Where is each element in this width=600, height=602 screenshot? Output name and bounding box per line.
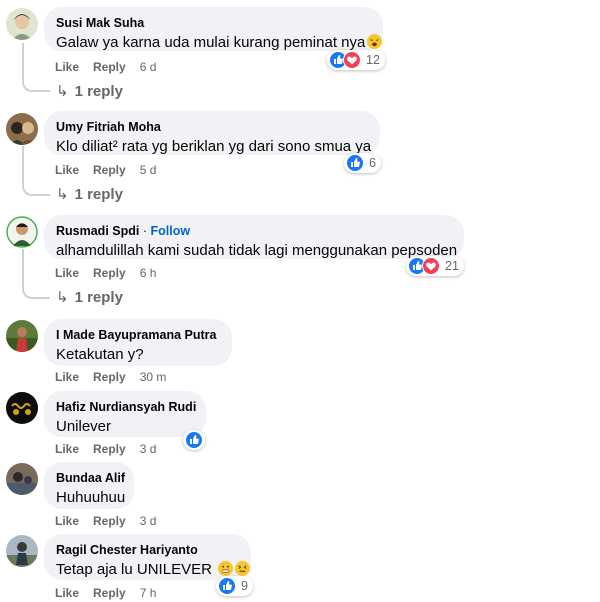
comment-bubble: I Made Bayupramana Putra Ketakutan y? — [44, 319, 232, 366]
follow-button[interactable]: Follow — [150, 224, 190, 238]
reaction-summary[interactable]: 9 — [216, 576, 253, 596]
reply-button[interactable]: Reply — [93, 266, 126, 280]
comment-actions: Like Reply 6 h — [55, 266, 170, 280]
reply-arrow-icon: ↳ — [56, 289, 69, 306]
view-replies-link[interactable]: ↳ 1 reply — [56, 288, 123, 306]
comment-author[interactable]: Rusmadi Spdi · Follow — [56, 223, 452, 239]
comment-timestamp[interactable]: 6 d — [140, 60, 157, 74]
reaction-summary[interactable]: 21 — [406, 256, 464, 276]
reply-button[interactable]: Reply — [93, 442, 126, 456]
reaction-count: 21 — [445, 259, 459, 273]
like-icon — [218, 577, 236, 595]
like-button[interactable]: Like — [55, 514, 79, 528]
reply-button[interactable]: Reply — [93, 586, 126, 600]
comment-text: Klo diliat² rata yg beriklan yg dari son… — [56, 138, 372, 155]
like-button[interactable]: Like — [55, 442, 79, 456]
comment-actions: Like Reply 30 m — [55, 370, 180, 384]
comment-author[interactable]: Hafiz Nurdiansyah Rudi — [56, 399, 196, 415]
reply-button[interactable]: Reply — [93, 60, 126, 74]
comment-bubble: Umy Fitriah Moha Klo diliat² rata yg ber… — [44, 111, 380, 155]
like-button[interactable]: Like — [55, 163, 79, 177]
avatar[interactable] — [6, 535, 38, 567]
comment-author[interactable]: Susi Mak Suha — [56, 15, 371, 31]
thread-connector — [22, 76, 50, 92]
like-button[interactable]: Like — [55, 60, 79, 74]
comment-actions: Like Reply 5 d — [55, 163, 170, 177]
thread-line — [22, 249, 24, 283]
comment-actions: Like Reply 6 d — [55, 60, 170, 74]
thread-connector — [22, 180, 50, 196]
comment-timestamp[interactable]: 3 d — [140, 442, 157, 456]
reaction-count: 6 — [369, 156, 376, 170]
love-icon — [422, 257, 440, 275]
avatar[interactable] — [6, 392, 38, 424]
comment-timestamp[interactable]: 30 m — [140, 370, 167, 384]
comment-author[interactable]: Bundaa Alif — [56, 470, 125, 486]
like-button[interactable]: Like — [55, 266, 79, 280]
avatar[interactable] — [6, 8, 38, 40]
reply-button[interactable]: Reply — [93, 163, 126, 177]
avatar[interactable] — [6, 216, 38, 248]
thread-line — [22, 146, 24, 180]
comment-author[interactable]: I Made Bayupramana Putra — [56, 327, 220, 343]
comment-text: alhamdulillah kami sudah tidak lagi meng… — [56, 242, 458, 259]
love-icon — [343, 51, 361, 69]
grimacing-face-emoji-icon — [218, 561, 234, 576]
reaction-summary[interactable] — [183, 430, 205, 450]
reply-button[interactable]: Reply — [93, 514, 126, 528]
like-icon — [346, 154, 364, 172]
comment-timestamp[interactable]: 6 h — [140, 266, 157, 280]
like-button[interactable]: Like — [55, 586, 79, 600]
comment-text: Tetap aja lu UNILEVER — [56, 560, 251, 580]
comment-author[interactable]: Umy Fitriah Moha — [56, 119, 368, 135]
comment-timestamp[interactable]: 7 h — [140, 586, 157, 600]
comment-bubble: Rusmadi Spdi · Follow alhamdulillah kami… — [44, 215, 464, 259]
comment-text: Galaw ya karna uda mulai kurang peminat … — [56, 33, 383, 53]
comment-text: Ketakutan y? — [56, 346, 144, 363]
reply-arrow-icon: ↳ — [56, 186, 69, 203]
comment-bubble: Susi Mak Suha Galaw ya karna uda mulai k… — [44, 7, 383, 51]
reply-button[interactable]: Reply — [93, 370, 126, 384]
weary-face-emoji-icon — [367, 34, 383, 49]
thread-line — [22, 43, 24, 76]
avatar[interactable] — [6, 320, 38, 352]
comment-text: Huhuuhuu — [56, 489, 126, 506]
comment-actions: Like Reply 3 d — [55, 514, 170, 528]
comment-bubble: Bundaa Alif Huhuuhuu — [44, 462, 134, 509]
comment-timestamp[interactable]: 5 d — [140, 163, 157, 177]
thread-connector — [22, 283, 50, 299]
avatar[interactable] — [6, 463, 38, 495]
comment-actions: Like Reply 7 h — [55, 586, 170, 600]
comment-timestamp[interactable]: 3 d — [140, 514, 157, 528]
confounded-face-emoji-icon — [235, 561, 251, 576]
comment-bubble: Ragil Chester Hariyanto Tetap aja lu UNI… — [44, 534, 251, 580]
view-replies-link[interactable]: ↳ 1 reply — [56, 82, 123, 100]
comment-author[interactable]: Ragil Chester Hariyanto — [56, 542, 239, 558]
reply-arrow-icon: ↳ — [56, 83, 69, 100]
reaction-summary[interactable]: 6 — [344, 153, 381, 173]
avatar[interactable] — [6, 113, 38, 145]
reaction-count: 12 — [366, 53, 380, 67]
reaction-summary[interactable]: 12 — [327, 50, 385, 70]
like-button[interactable]: Like — [55, 370, 79, 384]
view-replies-link[interactable]: ↳ 1 reply — [56, 185, 123, 203]
comment-actions: Like Reply 3 d — [55, 442, 170, 456]
comment-bubble: Hafiz Nurdiansyah Rudi Unilever — [44, 391, 206, 437]
reaction-count: 9 — [241, 579, 248, 593]
like-icon — [185, 431, 203, 449]
comment-text: Unilever — [56, 418, 112, 435]
